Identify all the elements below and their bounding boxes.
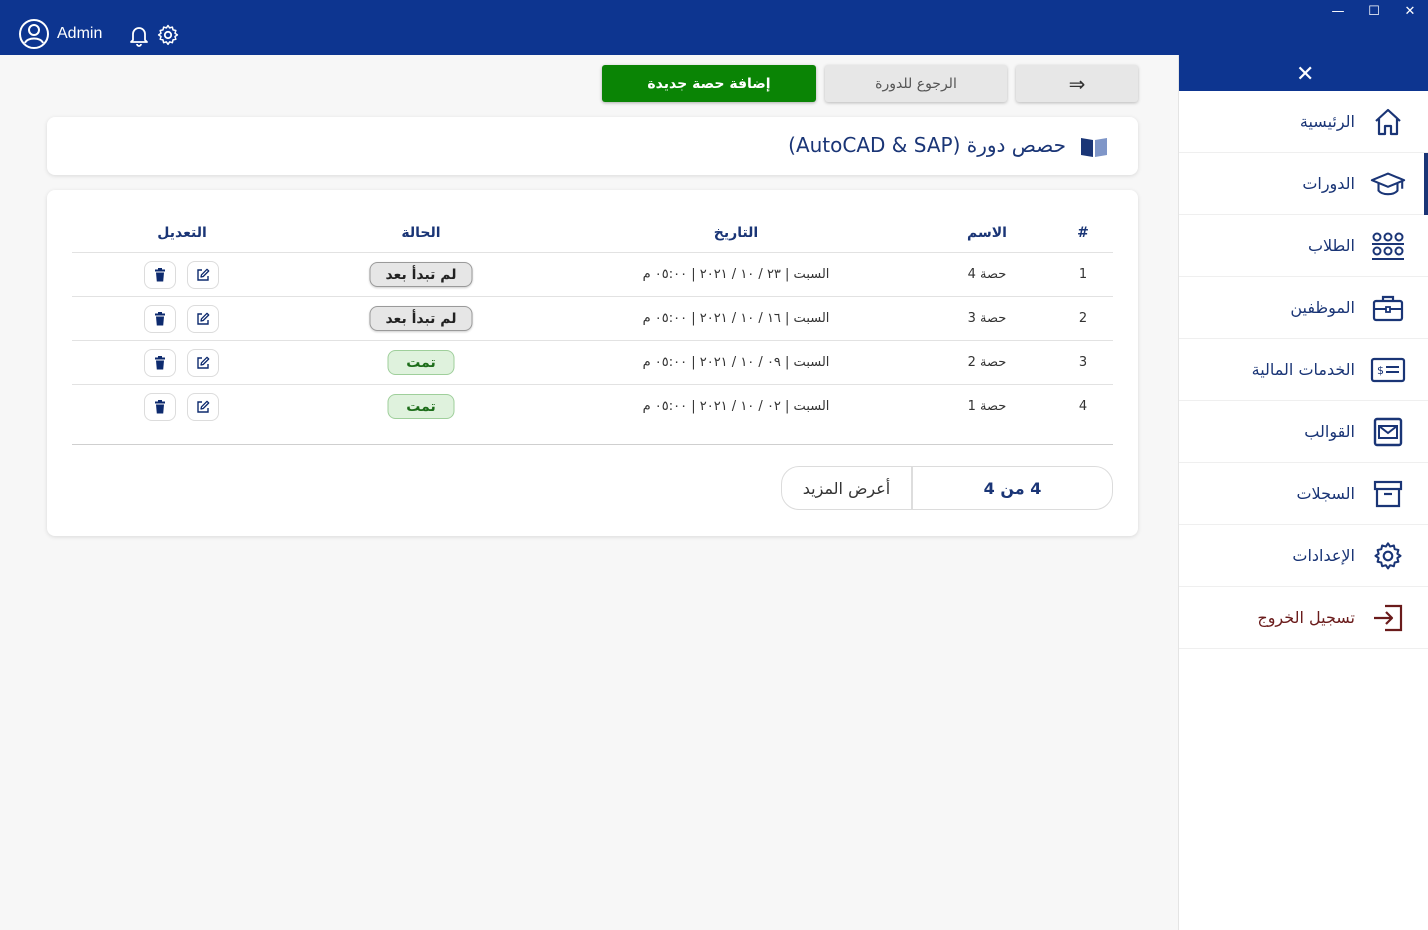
edit-lesson-button[interactable] [187, 261, 219, 289]
close-sidebar-button[interactable]: ✕ [1296, 62, 1314, 87]
sidebar-item-label: تسجيل الخروج [1257, 608, 1355, 627]
user-name: Admin [57, 25, 103, 42]
envelope-icon [1370, 414, 1406, 450]
status-badge: لم تبدأ بعد [369, 262, 473, 287]
lesson-date: السبت | ٢٣ / ١٠ / ٢٠٢١ | ٠٥:٠٠ م [642, 267, 830, 282]
edit-icon [196, 268, 210, 282]
table-row: 2 حصة 3 السبت | ١٦ / ١٠ / ٢٠٢١ | ٠٥:٠٠ م لم… [72, 296, 1113, 340]
gear-icon [1370, 538, 1406, 574]
row-number: 1 [1078, 267, 1088, 282]
user-avatar-icon [19, 19, 49, 49]
edit-lesson-button[interactable] [187, 393, 219, 421]
delete-lesson-button[interactable] [144, 261, 176, 289]
back-to-course-button[interactable]: الرجوع للدورة [825, 65, 1007, 102]
delete-lesson-button[interactable] [144, 305, 176, 333]
row-number: 2 [1078, 311, 1088, 326]
lesson-date: السبت | ٠٩ / ١٠ / ٢٠٢١ | ٠٥:٠٠ م [642, 355, 830, 370]
edit-icon [196, 356, 210, 370]
table-row: 1 حصة 4 السبت | ٢٣ / ١٠ / ٢٠٢١ | ٠٥:٠٠ م لم… [72, 252, 1113, 296]
briefcase-icon [1370, 290, 1406, 326]
students-icon [1370, 228, 1406, 264]
edit-icon [196, 400, 210, 414]
show-more-button[interactable]: أعرض المزيد [782, 467, 913, 509]
lesson-date: السبت | ١٦ / ١٠ / ٢٠٢١ | ٠٥:٠٠ م [642, 311, 830, 326]
column-header-date: التاريخ [713, 225, 759, 241]
graduation-cap-icon [1370, 166, 1406, 202]
lesson-name: حصة 2 [967, 355, 1007, 370]
sidebar-item-students[interactable]: الطلاب [1179, 215, 1428, 277]
lesson-date: السبت | ٠٢ / ١٠ / ٢٠٢١ | ٠٥:٠٠ م [642, 399, 830, 414]
book-icon [1081, 138, 1107, 157]
sidebar-item-label: السجلات [1296, 484, 1355, 503]
column-header-status: الحالة [401, 225, 441, 241]
sidebar-item-envelope[interactable]: القوالب [1179, 401, 1428, 463]
add-lesson-button[interactable]: إضافة حصة جديدة [602, 65, 816, 102]
sidebar-item-briefcase[interactable]: الموظفين [1179, 277, 1428, 339]
edit-lesson-button[interactable] [187, 349, 219, 377]
sidebar-item-label: الرئيسية [1299, 112, 1355, 131]
sidebar-item-money-card[interactable]: الخدمات المالية $ [1179, 339, 1428, 401]
sidebar-item-label: القوالب [1304, 422, 1355, 441]
sidebar-item-label: الخدمات المالية [1251, 360, 1355, 379]
lesson-name: حصة 4 [967, 267, 1007, 282]
forward-button[interactable]: ⇒ [1016, 65, 1138, 102]
sidebar: ✕ الرئيسية الدورات الطلاب الموظفين الخدمات ا… [1178, 55, 1428, 930]
column-header-number: # [1077, 225, 1089, 241]
sidebar-item-label: الإعدادات [1292, 546, 1355, 565]
sidebar-item-gear[interactable]: الإعدادات [1179, 525, 1428, 587]
title-bar: Admin — ☐ ✕ [0, 0, 1428, 55]
trash-icon [154, 356, 166, 370]
trash-icon [154, 400, 166, 414]
status-badge: تمت [387, 350, 455, 375]
delete-lesson-button[interactable] [144, 349, 176, 377]
lessons-table: # الاسم التاريخ الحالة التعديل 1 حصة 4 الس… [47, 190, 1138, 536]
status-badge: تمت [387, 394, 455, 419]
close-window-button[interactable]: ✕ [1392, 0, 1428, 22]
home-icon [1370, 104, 1406, 140]
sidebar-item-home[interactable]: الرئيسية [1179, 91, 1428, 153]
sidebar-item-label: الطلاب [1307, 236, 1355, 255]
trash-icon [154, 312, 166, 326]
table-divider [72, 444, 1113, 445]
sidebar-header: ✕ [1179, 55, 1428, 91]
column-header-edit: التعديل [157, 225, 207, 241]
sidebar-item-graduation-cap[interactable]: الدورات [1179, 153, 1428, 215]
edit-icon [196, 312, 210, 326]
record-count: 4 من 4 [983, 478, 1042, 498]
logout-icon [1370, 600, 1406, 636]
sidebar-item-archive[interactable]: السجلات [1179, 463, 1428, 525]
table-row: 3 حصة 2 السبت | ٠٩ / ١٠ / ٢٠٢١ | ٠٥:٠٠ م تم… [72, 340, 1113, 384]
row-number: 4 [1078, 399, 1088, 414]
page-title: حصص دورة (AutoCAD & SAP) [788, 133, 1066, 157]
minimize-button[interactable]: — [1320, 0, 1356, 22]
archive-icon [1370, 476, 1406, 512]
svg-text:$: $ [1377, 364, 1384, 377]
status-badge: لم تبدأ بعد [369, 306, 473, 331]
bell-icon[interactable] [127, 23, 151, 47]
lesson-name: حصة 3 [967, 311, 1007, 326]
sidebar-item-logout[interactable]: تسجيل الخروج [1179, 587, 1428, 649]
money-card-icon: $ [1370, 352, 1406, 388]
edit-lesson-button[interactable] [187, 305, 219, 333]
gear-icon[interactable] [156, 23, 180, 47]
delete-lesson-button[interactable] [144, 393, 176, 421]
row-number: 3 [1078, 355, 1088, 370]
pagination: أعرض المزيد 4 من 4 [781, 466, 1113, 510]
sidebar-item-label: الدورات [1302, 174, 1355, 193]
lesson-name: حصة 1 [967, 399, 1007, 414]
table-row: 4 حصة 1 السبت | ٠٢ / ١٠ / ٢٠٢١ | ٠٥:٠٠ م تم… [72, 384, 1113, 428]
maximize-button[interactable]: ☐ [1356, 0, 1392, 22]
page-title-card: حصص دورة (AutoCAD & SAP) [47, 117, 1138, 175]
sidebar-item-label: الموظفين [1290, 298, 1355, 317]
column-header-name: الاسم [967, 225, 1007, 241]
user-menu[interactable]: Admin [18, 18, 102, 50]
trash-icon [154, 268, 166, 282]
